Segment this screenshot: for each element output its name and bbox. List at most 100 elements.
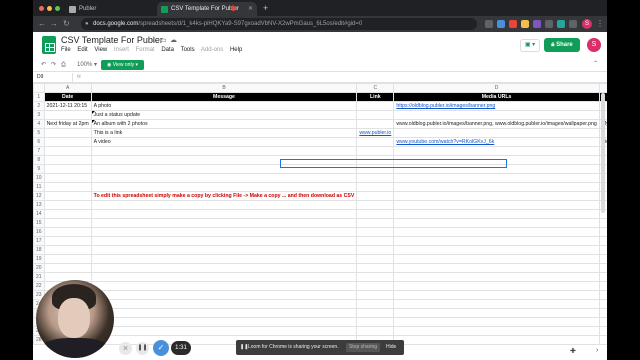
table-cell[interactable] [393, 173, 600, 183]
table-cell[interactable] [90, 308, 358, 318]
extension-icon[interactable] [497, 20, 505, 28]
table-cell[interactable] [356, 119, 395, 129]
table-cell[interactable] [43, 146, 92, 156]
row-number[interactable]: 3 [33, 110, 45, 120]
table-cell[interactable] [90, 326, 358, 336]
menu-insert[interactable]: Insert [114, 47, 129, 53]
table-cell[interactable]: An album with 2 photos [90, 119, 358, 129]
table-cell[interactable] [393, 317, 600, 327]
table-cell[interactable] [43, 164, 92, 174]
table-cell[interactable] [356, 209, 395, 219]
table-cell[interactable] [90, 281, 358, 291]
column-header[interactable]: C [356, 83, 395, 93]
table-cell[interactable] [90, 236, 358, 246]
table-cell[interactable]: A photo [90, 101, 358, 111]
cancel-recording-button[interactable]: × [119, 342, 132, 355]
table-cell[interactable] [598, 245, 607, 255]
move-folder-icon[interactable]: ▭ [160, 36, 167, 44]
stop-sharing-button[interactable]: Stop sharing [346, 343, 380, 352]
view-only-button[interactable]: ◉ View only ▾ [101, 60, 144, 70]
table-cell[interactable]: Next friday at 2pm [43, 119, 92, 129]
url-field[interactable]: ● docs.google.com/spreadsheets/d/1_k4ks-… [81, 18, 477, 30]
table-cell[interactable] [598, 308, 607, 318]
table-cell[interactable] [393, 164, 600, 174]
table-cell[interactable] [393, 245, 600, 255]
table-cell[interactable] [43, 263, 92, 273]
maximize-window-icon[interactable] [55, 6, 60, 11]
table-cell[interactable] [393, 110, 600, 120]
column-header[interactable]: D [393, 83, 600, 93]
row-number[interactable]: 14 [33, 209, 45, 219]
table-cell[interactable] [598, 281, 607, 291]
table-cell[interactable] [393, 326, 600, 336]
table-cell[interactable] [598, 254, 607, 264]
table-cell[interactable] [598, 227, 607, 237]
row-number[interactable]: 22 [33, 281, 45, 291]
column-header[interactable]: E [598, 83, 607, 93]
table-cell[interactable] [393, 227, 600, 237]
table-cell[interactable] [43, 191, 92, 201]
menu-help[interactable]: Help [230, 47, 242, 53]
row-number[interactable]: 16 [33, 227, 45, 237]
extension-icon[interactable] [485, 20, 493, 28]
table-cell[interactable] [393, 299, 600, 309]
table-cell[interactable] [90, 146, 358, 156]
row-number[interactable]: 17 [33, 236, 45, 246]
back-icon[interactable]: ← [38, 18, 46, 30]
table-cell[interactable] [90, 254, 358, 264]
menu-view[interactable]: View [94, 47, 107, 53]
table-cell[interactable] [393, 254, 600, 264]
row-number[interactable]: 2 [33, 101, 45, 111]
comment-history-button[interactable]: ▣ ▾ [520, 39, 540, 52]
table-cell[interactable] [598, 218, 607, 228]
header-cell[interactable]: Date [43, 92, 92, 102]
table-cell[interactable] [90, 164, 358, 174]
table-cell[interactable] [43, 209, 92, 219]
table-cell[interactable] [90, 155, 358, 165]
row-number[interactable]: 1 [33, 92, 45, 102]
name-box[interactable]: D9 [35, 73, 73, 82]
table-cell[interactable]: 2021-12-11 20:15 [43, 101, 92, 111]
forward-icon[interactable]: → [50, 18, 58, 30]
extensions-puzzle-icon[interactable] [569, 20, 577, 28]
table-cell[interactable] [393, 218, 600, 228]
document-title[interactable]: CSV Template For Publer [61, 35, 163, 45]
column-header[interactable]: B [90, 83, 358, 93]
table-cell[interactable] [356, 137, 395, 147]
row-number[interactable]: 7 [33, 146, 45, 156]
table-cell[interactable] [90, 290, 358, 300]
table-cell[interactable]: This is a link [90, 128, 358, 138]
table-cell[interactable]: Just a status update [90, 110, 358, 120]
table-cell[interactable] [393, 263, 600, 273]
menu-edit[interactable]: Edit [77, 47, 87, 53]
row-number[interactable]: 19 [33, 254, 45, 264]
table-cell[interactable] [356, 218, 395, 228]
side-panel-icon[interactable]: › [596, 347, 598, 354]
close-window-icon[interactable] [39, 6, 44, 11]
row-number[interactable]: 18 [33, 245, 45, 255]
corner-cell[interactable] [33, 83, 45, 93]
table-cell[interactable] [356, 101, 395, 111]
table-cell[interactable]: https://oldblog.publer.io/images/banner.… [393, 101, 600, 111]
zoom-select[interactable]: 100% ▾ [77, 60, 97, 70]
table-cell[interactable] [393, 146, 600, 156]
table-cell[interactable] [90, 173, 358, 183]
table-cell[interactable] [393, 200, 600, 210]
table-cell[interactable] [43, 110, 92, 120]
star-icon[interactable]: ☆ [151, 36, 157, 44]
vertical-scrollbar[interactable] [601, 93, 605, 213]
row-number[interactable]: 20 [33, 263, 45, 273]
table-cell[interactable] [356, 272, 395, 282]
table-cell[interactable] [598, 290, 607, 300]
table-cell[interactable] [393, 335, 600, 345]
print-icon[interactable]: ⎙ [61, 60, 66, 70]
table-cell[interactable] [356, 317, 395, 327]
table-cell[interactable] [598, 236, 607, 246]
table-cell[interactable] [356, 281, 395, 291]
table-cell[interactable] [90, 272, 358, 282]
redo-icon[interactable]: ↷ [51, 60, 56, 70]
table-cell[interactable] [598, 263, 607, 273]
table-cell[interactable] [356, 245, 395, 255]
table-cell[interactable] [393, 290, 600, 300]
minimize-window-icon[interactable] [47, 6, 52, 11]
